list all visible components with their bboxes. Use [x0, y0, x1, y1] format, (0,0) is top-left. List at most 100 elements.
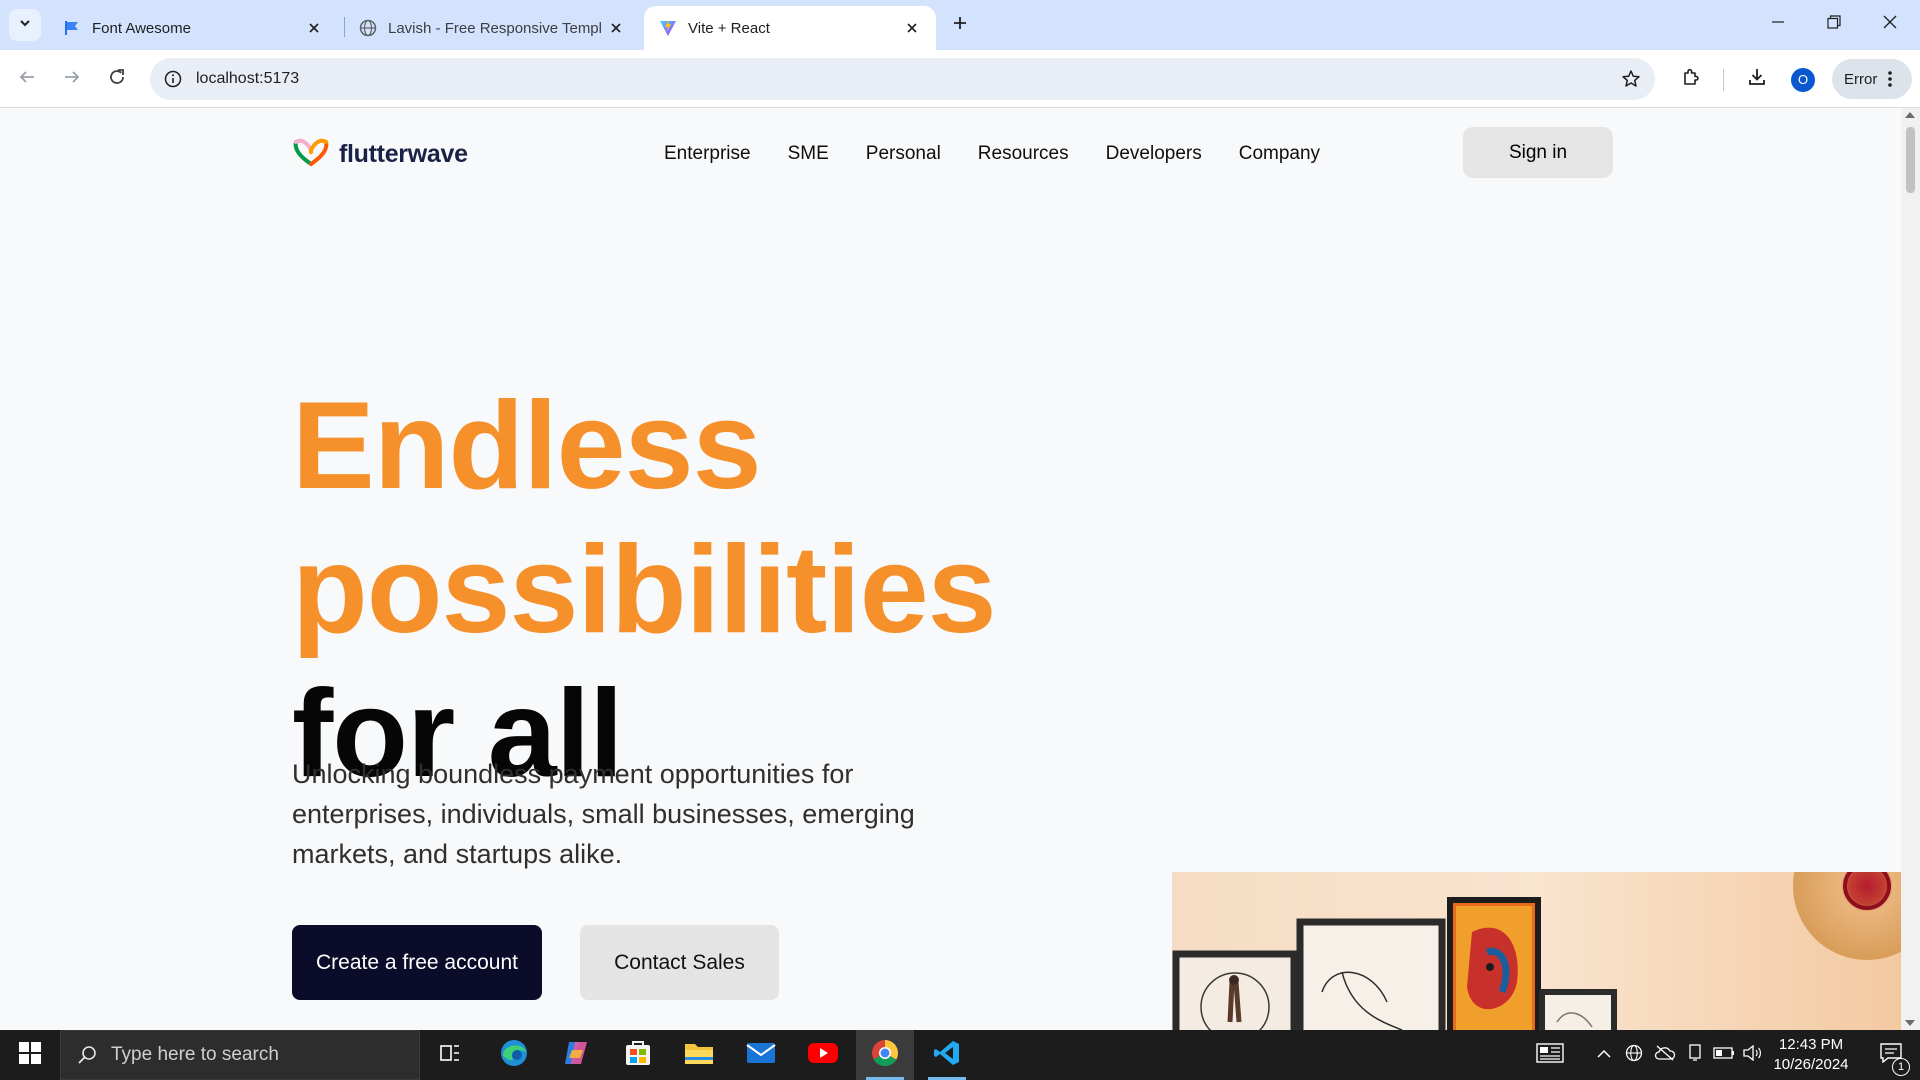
hero-title-line-1: Endless — [292, 377, 762, 515]
show-hidden-icons-button[interactable] — [1592, 1030, 1616, 1080]
tab-search-button[interactable] — [9, 9, 41, 41]
vite-icon — [658, 18, 678, 38]
arrow-left-icon — [18, 68, 36, 91]
scroll-down-arrow-icon[interactable] — [1905, 1020, 1915, 1026]
tab-title: Lavish - Free Responsive Templ — [388, 19, 602, 37]
taskbar-app-youtube[interactable] — [794, 1030, 852, 1080]
device-icon — [1687, 1043, 1703, 1067]
notification-center-button[interactable]: 1 — [1868, 1030, 1914, 1080]
nav-item-sme[interactable]: SME — [788, 140, 829, 168]
minimize-icon — [1771, 15, 1785, 34]
taskbar-clock[interactable]: 12:43 PM 10/26/2024 — [1766, 1035, 1856, 1075]
search-icon — [75, 1043, 99, 1067]
task-view-button[interactable] — [421, 1030, 479, 1080]
tab-title: Vite + React — [688, 19, 770, 37]
taskbar-app-file-explorer[interactable] — [670, 1030, 728, 1080]
close-icon[interactable] — [304, 18, 324, 38]
nav-item-company[interactable]: Company — [1239, 140, 1320, 168]
nav-item-developers[interactable]: Developers — [1106, 140, 1202, 168]
back-button[interactable] — [10, 62, 44, 96]
taskbar-app-store[interactable] — [609, 1030, 667, 1080]
edge-icon — [499, 1038, 529, 1073]
taskbar-app-mail[interactable] — [732, 1030, 790, 1080]
file-explorer-icon — [684, 1040, 714, 1071]
extensions-button[interactable] — [1674, 62, 1708, 96]
flutterwave-logo[interactable]: flutterwave — [292, 136, 468, 172]
tab-title: Font Awesome — [92, 19, 191, 37]
taskbar-app-chrome[interactable] — [856, 1030, 914, 1080]
windows-logo-icon — [19, 1041, 41, 1069]
volume-button[interactable] — [1740, 1030, 1764, 1080]
site-info-icon[interactable] — [162, 68, 184, 90]
tab-font-awesome[interactable]: Font Awesome — [48, 6, 338, 50]
page-scrollbar[interactable] — [1901, 108, 1920, 1030]
taskbar-app-copilot[interactable] — [547, 1030, 605, 1080]
close-window-button[interactable] — [1862, 0, 1918, 48]
battery-button[interactable] — [1712, 1030, 1736, 1080]
reload-icon — [108, 68, 126, 91]
search-placeholder: Type here to search — [111, 1044, 279, 1065]
reload-button[interactable] — [100, 62, 134, 96]
toolbar-divider — [1723, 69, 1724, 91]
new-tab-button[interactable] — [946, 11, 974, 39]
notification-count-badge: 1 — [1892, 1058, 1910, 1076]
puzzle-icon — [1681, 67, 1701, 92]
language-button[interactable] — [1622, 1030, 1646, 1080]
device-button[interactable] — [1684, 1030, 1706, 1080]
nav-item-resources[interactable]: Resources — [978, 140, 1069, 168]
nav-item-enterprise[interactable]: Enterprise — [664, 140, 751, 168]
plus-icon — [952, 15, 968, 36]
forward-button[interactable] — [55, 62, 89, 96]
taskbar-app-vscode[interactable] — [918, 1030, 976, 1080]
onedrive-button[interactable] — [1652, 1030, 1678, 1080]
vscode-icon — [933, 1039, 961, 1072]
chevron-down-icon — [18, 16, 32, 35]
tab-lavish[interactable]: Lavish - Free Responsive Templ — [344, 6, 640, 50]
news-icon — [1536, 1042, 1564, 1068]
hero-image — [1172, 872, 1901, 1030]
mail-icon — [746, 1041, 776, 1070]
restore-button[interactable] — [1806, 0, 1862, 48]
close-icon — [1883, 15, 1897, 34]
speaker-icon — [1742, 1044, 1762, 1066]
windows-taskbar: Type here to search 12:43 PM 10/26/2024 … — [0, 1030, 1920, 1080]
task-view-icon — [439, 1043, 461, 1068]
contact-sales-button[interactable]: Contact Sales — [580, 925, 779, 1000]
browser-tab-strip: Font Awesome Lavish - Free Responsive Te… — [0, 0, 1920, 50]
download-icon — [1747, 67, 1767, 92]
address-bar[interactable]: localhost:5173 — [150, 58, 1655, 100]
sign-in-button[interactable]: Sign in — [1463, 127, 1613, 178]
flag-icon — [62, 18, 82, 38]
main-nav: Enterprise SME Personal Resources Develo… — [664, 140, 1357, 168]
minimize-button[interactable] — [1750, 0, 1806, 48]
scroll-thumb[interactable] — [1906, 127, 1915, 193]
store-icon — [624, 1039, 652, 1072]
error-label: Error — [1844, 70, 1878, 88]
browser-toolbar: localhost:5173 O Error — [0, 50, 1920, 108]
clock-date: 10/26/2024 — [1773, 1056, 1849, 1073]
youtube-icon — [807, 1041, 839, 1070]
globe-icon — [358, 18, 378, 38]
page-viewport: flutterwave Enterprise SME Personal Reso… — [0, 108, 1901, 1030]
close-icon[interactable] — [606, 18, 626, 38]
create-account-button[interactable]: Create a free account — [292, 925, 542, 1000]
hero-title-line-2: possibilities — [292, 521, 997, 659]
downloads-button[interactable] — [1740, 62, 1774, 96]
restore-icon — [1827, 14, 1841, 34]
cloud-offline-icon — [1654, 1045, 1676, 1066]
error-menu-button[interactable]: Error — [1832, 59, 1912, 99]
scroll-up-arrow-icon[interactable] — [1905, 112, 1915, 118]
chrome-icon — [870, 1038, 900, 1073]
bookmark-star-icon[interactable] — [1619, 67, 1643, 91]
flutterwave-logo-icon — [292, 136, 330, 173]
news-widget-button[interactable] — [1530, 1030, 1570, 1080]
nav-item-personal[interactable]: Personal — [866, 140, 941, 168]
profile-avatar[interactable]: O — [1791, 68, 1815, 92]
taskbar-search-box[interactable]: Type here to search — [60, 1030, 420, 1080]
close-icon[interactable] — [902, 18, 922, 38]
taskbar-app-edge[interactable] — [485, 1030, 543, 1080]
tab-vite-react[interactable]: Vite + React — [644, 6, 936, 50]
start-button[interactable] — [0, 1030, 60, 1080]
chevron-up-icon — [1597, 1046, 1611, 1064]
more-vert-icon — [1887, 70, 1893, 88]
